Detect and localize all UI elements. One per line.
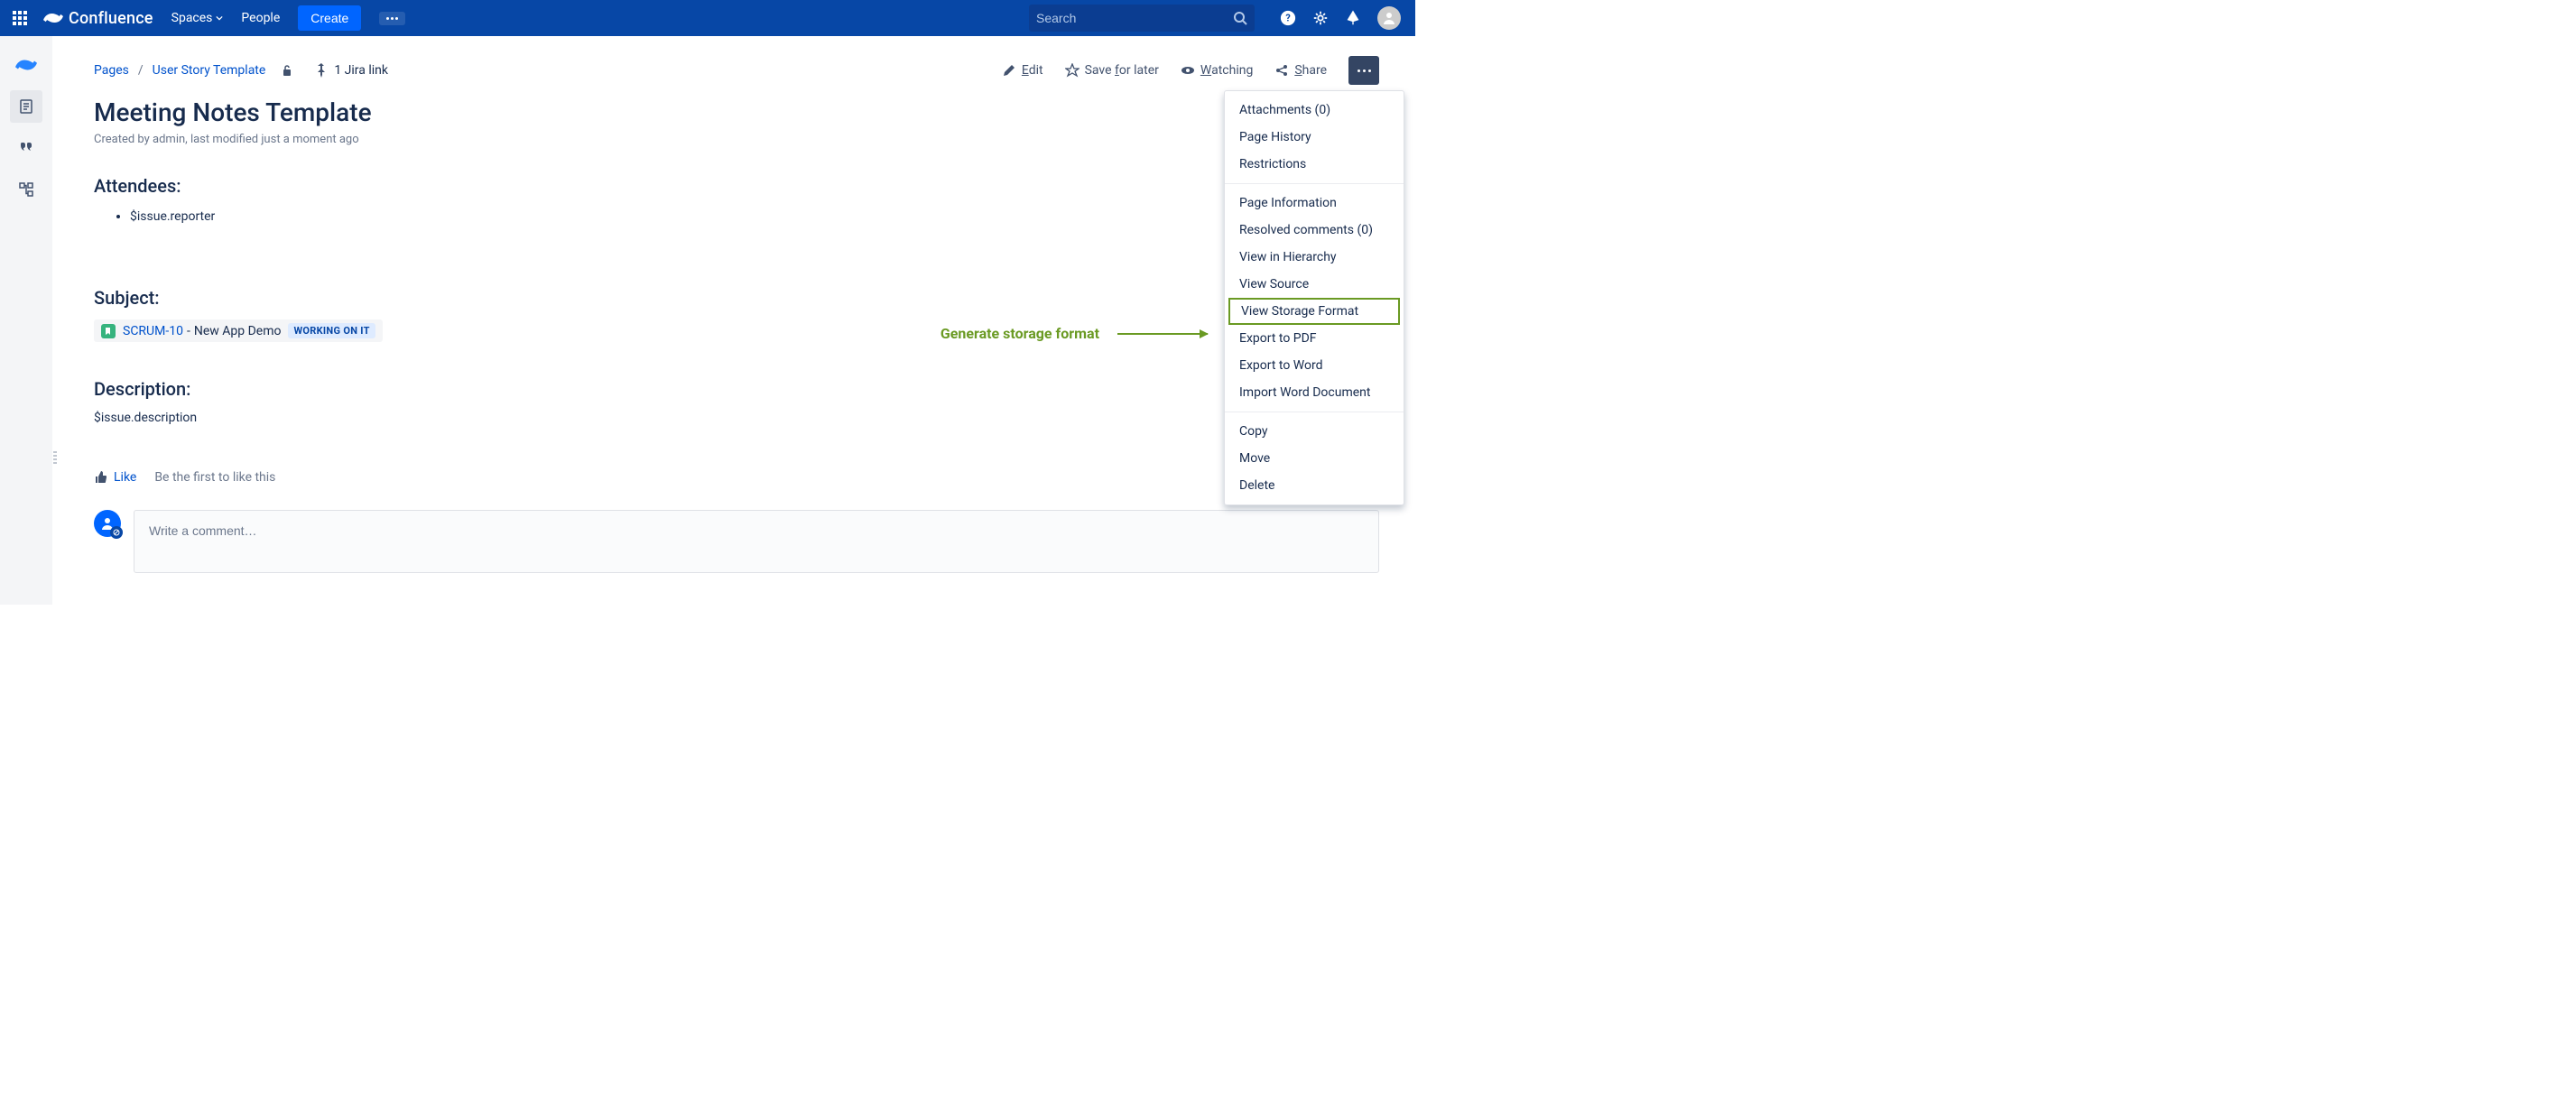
arrow-icon [1117, 333, 1208, 335]
byline: Created by admin, last modified just a m… [94, 133, 1379, 146]
page-actions: Edit Save for later Watching Share [1002, 56, 1379, 85]
dd-move[interactable]: Move [1225, 445, 1404, 472]
breadcrumb: Pages / User Story Template [94, 63, 294, 78]
jira-icon [314, 63, 329, 78]
issue-sep: - [187, 324, 190, 338]
dd-view-source[interactable]: View Source [1225, 271, 1404, 298]
sidebar-tree-icon[interactable] [10, 173, 42, 206]
svg-text:?: ? [1285, 13, 1290, 24]
dd-export-pdf[interactable]: Export to PDF [1225, 325, 1404, 352]
description-body: $issue.description [94, 411, 1379, 425]
breadcrumb-pages[interactable]: Pages [94, 63, 129, 78]
dd-import-word[interactable]: Import Word Document [1225, 379, 1404, 406]
nav-people-label: People [241, 11, 280, 25]
share-button[interactable]: Share [1274, 63, 1327, 78]
help-icon[interactable]: ? [1280, 10, 1296, 26]
left-sidebar [0, 36, 52, 605]
user-avatar[interactable] [1377, 6, 1401, 30]
attendees-list: $issue.reporter [130, 209, 1379, 224]
jira-link[interactable]: 1 Jira link [314, 63, 388, 78]
brand-label: Confluence [69, 9, 153, 28]
dd-restrictions[interactable]: Restrictions [1225, 151, 1404, 178]
notification-icon[interactable] [1345, 10, 1361, 26]
nav-more-button[interactable] [379, 12, 405, 25]
confluence-mark-icon [43, 8, 63, 28]
breadcrumb-parent[interactable]: User Story Template [153, 63, 266, 78]
dd-attachments[interactable]: Attachments (0) [1225, 97, 1404, 124]
page-actions-dropdown: Attachments (0) Page History Restriction… [1224, 90, 1404, 505]
dd-page-info[interactable]: Page Information [1225, 190, 1404, 217]
breadcrumb-sep: / [138, 63, 144, 78]
annotation: Generate storage format [941, 325, 1208, 342]
dd-view-hierarchy[interactable]: View in Hierarchy [1225, 244, 1404, 271]
avatar-badge-icon [110, 526, 123, 539]
sidebar-blog-icon[interactable] [10, 132, 42, 164]
subject-heading: Subject: [94, 287, 1379, 309]
star-icon [1065, 63, 1080, 78]
dd-delete[interactable]: Delete [1225, 472, 1404, 499]
chevron-down-icon [216, 14, 223, 22]
gear-icon[interactable] [1312, 10, 1329, 26]
page-title: Meeting Notes Template [94, 97, 1379, 127]
edit-label: Edit [1022, 63, 1043, 78]
nav-spaces-label: Spaces [171, 11, 213, 25]
nav-links: Spaces People Create [171, 5, 406, 31]
dd-export-word[interactable]: Export to Word [1225, 352, 1404, 379]
like-button[interactable]: Like [94, 470, 136, 485]
dd-page-history[interactable]: Page History [1225, 124, 1404, 151]
eye-icon [1181, 63, 1195, 78]
unlock-icon[interactable] [280, 63, 294, 78]
save-label: Save for later [1085, 63, 1159, 78]
dd-copy[interactable]: Copy [1225, 418, 1404, 445]
search-input[interactable] [1036, 11, 1233, 25]
comment-row [94, 510, 1379, 573]
confluence-logo[interactable]: Confluence [43, 8, 153, 28]
nav-people[interactable]: People [241, 11, 280, 25]
page-top-row: Pages / User Story Template 1 Jira link … [94, 56, 1379, 85]
app-switcher-icon[interactable] [9, 7, 31, 29]
topnav-icons: ? [1280, 6, 1401, 30]
comment-input[interactable] [149, 523, 1364, 538]
like-label: Like [114, 470, 136, 485]
comment-avatar [94, 510, 121, 537]
attendee-item: $issue.reporter [130, 209, 1379, 224]
share-label: Share [1294, 63, 1327, 78]
issue-summary: New App Demo [194, 324, 282, 338]
nav-spaces[interactable]: Spaces [171, 11, 224, 25]
dd-resolved-comments[interactable]: Resolved comments (0) [1225, 217, 1404, 244]
dd-view-storage-format[interactable]: View Storage Format [1228, 298, 1400, 325]
description-heading: Description: [94, 378, 1379, 400]
like-prompt: Be the first to like this [154, 470, 275, 485]
more-actions-button[interactable] [1348, 56, 1379, 85]
issue-status-badge: WORKING ON IT [288, 323, 375, 338]
sidebar-space-icon[interactable] [10, 49, 42, 81]
like-row: Like Be the first to like this [94, 470, 1379, 485]
pencil-icon [1002, 63, 1016, 78]
attendees-heading: Attendees: [94, 175, 1379, 197]
share-icon [1274, 63, 1289, 78]
thumb-up-icon [94, 470, 108, 485]
jira-issue-card[interactable]: SCRUM-10 - New App Demo WORKING ON IT [94, 319, 383, 342]
story-type-icon [101, 324, 116, 338]
watching-button[interactable]: Watching [1181, 63, 1253, 78]
watching-label: Watching [1200, 63, 1253, 78]
search-icon [1233, 11, 1247, 25]
create-button[interactable]: Create [298, 5, 361, 31]
jira-link-label: 1 Jira link [334, 63, 388, 78]
edit-button[interactable]: Edit [1002, 63, 1043, 78]
sidebar-pages-icon[interactable] [10, 90, 42, 123]
comment-box[interactable] [134, 510, 1379, 573]
issue-key[interactable]: SCRUM-10 [123, 324, 183, 338]
main-content: Pages / User Story Template 1 Jira link … [58, 36, 1415, 605]
dd-divider [1225, 183, 1404, 184]
save-button[interactable]: Save for later [1065, 63, 1159, 78]
search-box[interactable] [1029, 5, 1255, 32]
annotation-text: Generate storage format [941, 325, 1099, 342]
top-nav: Confluence Spaces People Create ? [0, 0, 1415, 36]
